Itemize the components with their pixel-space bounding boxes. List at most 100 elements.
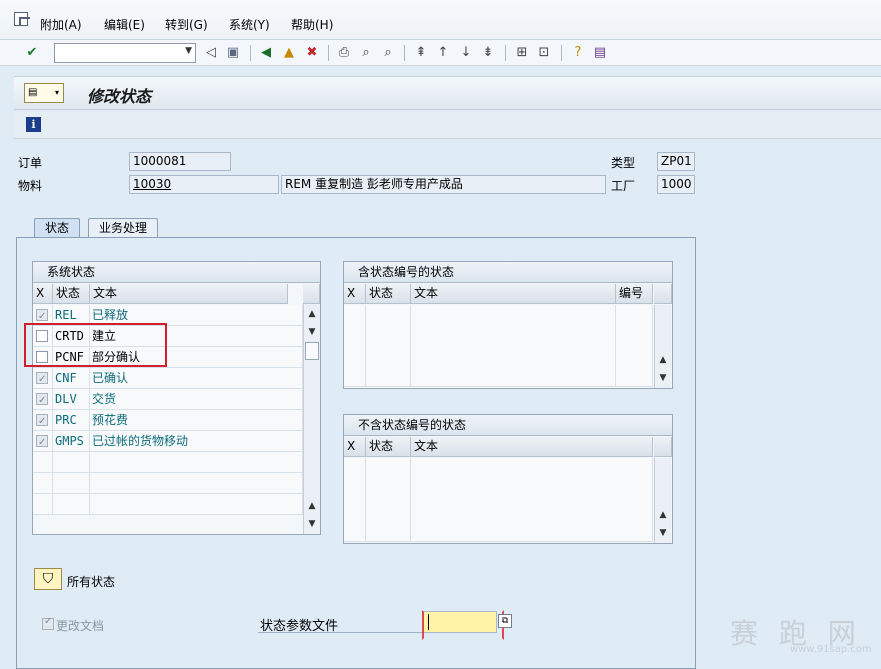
status-with-number-title: 含状态编号的状态 [344,262,672,283]
cancel-icon[interactable]: ✖ [304,45,320,61]
last-page-icon[interactable]: ⇟ [480,45,496,61]
system-status-table: 系统状态 X 状态 文本 REL已释放CRTD建立PCNF部分确认CNF已确认D… [32,261,321,535]
status-profile-input[interactable] [422,610,504,640]
scroll-down-icon[interactable]: ▼ [304,324,320,340]
tab-status[interactable]: 状态 [34,218,81,238]
new-session-icon[interactable]: ⊞ [514,45,530,61]
checkbox-cell [33,452,53,473]
scroll-up-icon[interactable]: ▲ [304,306,320,322]
checkbox-cell [33,473,53,494]
column-header-number[interactable]: 编号 [616,284,653,304]
type-field[interactable]: ZP01 [657,152,695,171]
status-without-number-scrollbar[interactable]: ▲ ▼ [654,458,671,543]
toolbar-separator [561,45,562,61]
exit-icon[interactable]: ▲ [281,45,297,61]
check-icon[interactable]: ✔ [24,45,40,61]
layout-icon[interactable]: ▤ [592,45,608,61]
checkbox-cell [33,494,53,515]
status-profile-underline [258,632,424,633]
find-next-icon[interactable]: ⌕ [380,45,396,61]
nav-back-icon[interactable]: ◀ [258,45,274,61]
find-icon[interactable]: ⌕ [358,45,374,61]
status-code-cell: DLV [53,389,90,410]
status-without-number-title: 不含状态编号的状态 [344,415,672,436]
material-label: 物料 [18,179,43,193]
menu-edit[interactable]: 编辑(E) [104,16,145,33]
empty-cell [344,458,366,542]
order-field[interactable]: 1000081 [129,152,231,171]
column-header-text[interactable]: 文本 [90,284,288,304]
scroll-down-icon[interactable]: ▼ [655,525,671,541]
scroll-down-icon[interactable]: ▼ [655,370,671,386]
column-settings-button[interactable] [654,284,672,304]
change-docs-checkbox[interactable] [42,616,54,630]
scroll-thumb[interactable] [305,342,319,360]
column-header-status[interactable]: 状态 [366,437,411,457]
column-header-x[interactable]: X [344,437,366,457]
empty-cell [411,458,653,542]
prev-page-icon[interactable]: ↑ [435,45,451,61]
all-status-button[interactable]: ⛉ [34,568,62,590]
status-checkbox[interactable] [36,370,48,388]
status-text-cell: 已确认 [90,368,303,389]
toolbar-separator [250,45,251,61]
menu-extras[interactable]: 附加(A) [40,16,82,33]
checkbox-cell [33,368,53,389]
column-header-x[interactable]: X [344,284,366,304]
help-icon[interactable]: ? [570,45,586,61]
status-checkbox[interactable] [36,433,48,451]
info-icon[interactable]: i [26,117,41,132]
next-page-icon[interactable]: ↓ [458,45,474,61]
column-settings-button[interactable] [654,437,672,457]
order-label: 订单 [18,156,43,170]
system-status-scrollbar[interactable]: ▲ ▼ ▲ ▼ [303,304,320,534]
page-title: 修改状态 [87,87,152,106]
save-icon[interactable]: ▣ [225,45,241,61]
column-header-text[interactable]: 文本 [411,437,653,457]
column-header-status[interactable]: 状态 [53,284,90,304]
back-icon[interactable]: ◁ [203,45,219,61]
menubar: 附加(A) 编辑(E) 转到(G) 系统(Y) 帮助(H) [0,0,881,40]
status-checkbox[interactable] [36,412,48,430]
screen-menu-button[interactable]: ▤ ▾ [24,83,64,103]
menu-system[interactable]: 系统(Y) [229,16,270,33]
material-description-field: REM 重复制造 彭老师专用产成品 [281,175,606,194]
column-settings-button[interactable] [303,284,320,304]
column-header-text[interactable]: 文本 [411,284,616,304]
scroll-up-icon[interactable]: ▲ [304,498,320,514]
menu-help[interactable]: 帮助(H) [291,16,333,33]
empty-cell [366,458,411,542]
standard-toolbar: ✔ ▼ ◁ ▣ ◀ ▲ ✖ ⎙ ⌕ ⌕ ⇞ ↑ ↓ ⇟ ⊞ ⊡ ? ▤ [0,40,881,66]
toolbar-separator [505,45,506,61]
status-text-cell: 预花费 [90,410,303,431]
command-field[interactable]: ▼ [54,43,196,63]
toolbar-separator [404,45,405,61]
column-header-x[interactable]: X [33,284,53,304]
material-field[interactable]: 10030 [129,175,279,194]
scroll-down-icon[interactable]: ▼ [304,516,320,532]
highlight-box [24,323,167,367]
status-checkbox[interactable] [36,307,48,325]
watermark-url: www.91sap.com [790,644,872,655]
status-text-cell [90,473,303,494]
screen-menu-icon: ▤ [28,87,38,98]
status-checkbox[interactable] [36,391,48,409]
status-code-cell [53,473,90,494]
shortcut-icon[interactable]: ⊡ [536,45,552,61]
status-with-number-scrollbar[interactable]: ▲ ▼ [654,305,671,388]
plant-field[interactable]: 1000 [657,175,695,194]
text-cursor [428,614,429,630]
column-header-status[interactable]: 状态 [366,284,411,304]
f4-help-icon[interactable]: ⧉ [498,614,512,628]
status-text-cell: 已过帐的货物移动 [90,431,303,452]
first-page-icon[interactable]: ⇞ [413,45,429,61]
system-menu-icon[interactable] [14,12,30,26]
tab-business[interactable]: 业务处理 [88,218,159,238]
status-code-cell: PRC [53,410,90,431]
print-icon[interactable]: ⎙ [336,45,352,61]
menu-goto[interactable]: 转到(G) [165,16,208,33]
scroll-up-icon[interactable]: ▲ [655,507,671,523]
status-with-number-table: 含状态编号的状态 X 状态 文本 编号 ▲ ▼ [343,261,673,389]
chevron-down-icon[interactable]: ▼ [185,46,192,56]
scroll-up-icon[interactable]: ▲ [655,352,671,368]
